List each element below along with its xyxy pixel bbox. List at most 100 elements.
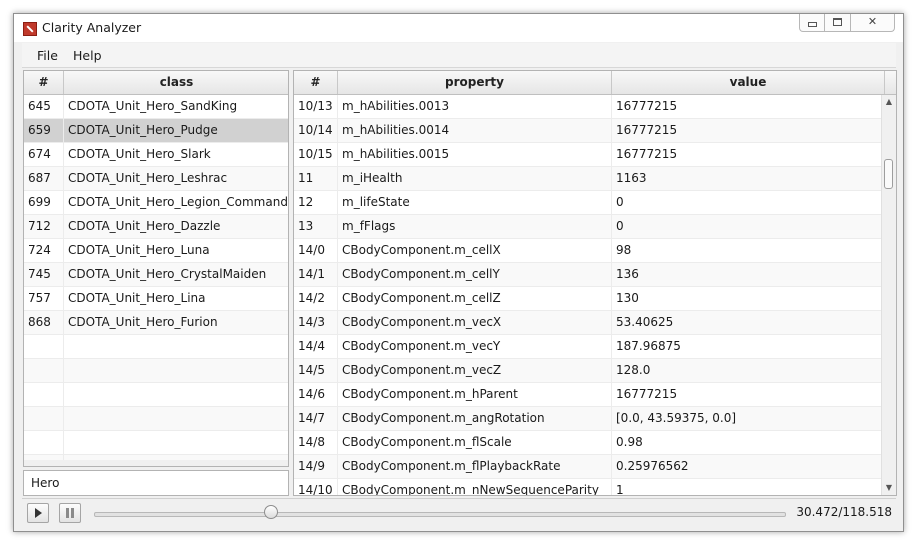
menu-file[interactable]: File bbox=[37, 48, 58, 63]
title-bar[interactable]: Clarity Analyzer ✕ bbox=[14, 14, 903, 42]
property-value-cell: 0 bbox=[612, 215, 885, 238]
property-id-cell: 12 bbox=[294, 191, 338, 214]
entity-id-cell: 745 bbox=[24, 263, 64, 286]
column-header-id[interactable]: # bbox=[24, 71, 64, 94]
entity-row[interactable]: 674 CDOTA_Unit_Hero_Slark bbox=[24, 143, 288, 167]
entity-class-cell bbox=[64, 359, 288, 382]
entity-id-cell bbox=[24, 431, 64, 454]
entity-id-cell: 868 bbox=[24, 311, 64, 334]
entity-row[interactable]: 757 CDOTA_Unit_Hero_Lina bbox=[24, 287, 288, 311]
window-controls: ✕ bbox=[799, 14, 895, 32]
property-id-cell: 14/9 bbox=[294, 455, 338, 478]
entity-class-cell: CDOTA_Unit_Hero_CrystalMaiden bbox=[68, 267, 267, 281]
property-value-cell: 0 bbox=[612, 191, 885, 214]
property-row[interactable]: 14/1 CBodyComponent.m_cellY 136 bbox=[294, 263, 885, 287]
property-id-cell: 14/1 bbox=[294, 263, 338, 286]
entity-class-cell: CDOTA_Unit_Hero_Luna bbox=[68, 243, 210, 257]
property-name-cell: CBodyComponent.m_nNewSequenceParity bbox=[338, 479, 612, 495]
property-row[interactable]: 10/14 m_hAbilities.0014 16777215 bbox=[294, 119, 885, 143]
property-id-cell: 10/15 bbox=[294, 143, 338, 166]
property-name-cell: CBodyComponent.m_cellZ bbox=[338, 287, 612, 310]
entity-row[interactable]: 687 CDOTA_Unit_Hero_Leshrac bbox=[24, 167, 288, 191]
horizontal-scrollbar[interactable] bbox=[24, 460, 288, 466]
property-table-body: 10/13 m_hAbilities.0013 16777215 10/14 m_hAb… bbox=[294, 95, 885, 495]
entity-row[interactable]: 745 CDOTA_Unit_Hero_CrystalMaiden bbox=[24, 263, 288, 287]
scroll-thumb[interactable] bbox=[884, 159, 893, 189]
property-value-cell: 1163 bbox=[612, 167, 885, 190]
maximize-button[interactable] bbox=[825, 14, 851, 32]
menu-bar: File Help bbox=[22, 43, 896, 68]
class-filter-input[interactable]: Hero bbox=[23, 470, 289, 496]
vertical-scrollbar[interactable]: ▲ ▼ bbox=[881, 95, 896, 495]
scroll-up-icon[interactable]: ▲ bbox=[882, 95, 896, 109]
property-value-cell: 128.0 bbox=[612, 359, 885, 382]
property-row[interactable]: 13 m_fFlags 0 bbox=[294, 215, 885, 239]
property-row[interactable]: 14/3 CBodyComponent.m_vecX 53.40625 bbox=[294, 311, 885, 335]
property-name-cell: m_lifeState bbox=[338, 191, 612, 214]
column-header-value[interactable]: value bbox=[612, 71, 885, 94]
entity-row[interactable] bbox=[24, 383, 288, 407]
property-row[interactable]: 14/8 CBodyComponent.m_flScale 0.98 bbox=[294, 431, 885, 455]
entity-row[interactable]: 699 CDOTA_Unit_Hero_Legion_Commander bbox=[24, 191, 288, 215]
property-value-cell: 53.40625 bbox=[612, 311, 885, 334]
entity-id-cell: 724 bbox=[24, 239, 64, 262]
column-header-id[interactable]: # bbox=[294, 71, 338, 94]
scroll-down-icon[interactable]: ▼ bbox=[882, 481, 896, 495]
property-row[interactable]: 12 m_lifeState 0 bbox=[294, 191, 885, 215]
close-button[interactable]: ✕ bbox=[851, 14, 895, 32]
close-icon: ✕ bbox=[867, 15, 878, 28]
entity-row[interactable]: 712 CDOTA_Unit_Hero_Dazzle bbox=[24, 215, 288, 239]
entity-table-header: # class bbox=[24, 71, 288, 95]
entity-id-cell: 757 bbox=[24, 287, 64, 310]
entity-row[interactable] bbox=[24, 335, 288, 359]
entity-row[interactable] bbox=[24, 431, 288, 455]
entity-id-cell: 659 bbox=[24, 119, 64, 142]
property-row[interactable]: 11 m_iHealth 1163 bbox=[294, 167, 885, 191]
play-button[interactable] bbox=[27, 503, 49, 523]
property-row[interactable]: 10/13 m_hAbilities.0013 16777215 bbox=[294, 95, 885, 119]
property-row[interactable]: 10/15 m_hAbilities.0015 16777215 bbox=[294, 143, 885, 167]
playback-slider-track[interactable] bbox=[94, 512, 786, 517]
property-value-cell: 187.96875 bbox=[612, 335, 885, 358]
app-window: Clarity Analyzer ✕ File Help # class 645… bbox=[13, 13, 904, 532]
window-title: Clarity Analyzer bbox=[42, 20, 142, 35]
entity-class-cell bbox=[64, 335, 288, 358]
property-value-cell: 16777215 bbox=[612, 119, 885, 142]
entity-row[interactable]: 724 CDOTA_Unit_Hero_Luna bbox=[24, 239, 288, 263]
property-id-cell: 14/3 bbox=[294, 311, 338, 334]
minimize-icon bbox=[808, 22, 817, 27]
entity-row[interactable]: 868 CDOTA_Unit_Hero_Furion bbox=[24, 311, 288, 335]
entity-row[interactable]: 659 CDOTA_Unit_Hero_Pudge bbox=[24, 119, 288, 143]
property-value-cell: 16777215 bbox=[612, 95, 885, 118]
property-row[interactable]: 14/4 CBodyComponent.m_vecY 187.96875 bbox=[294, 335, 885, 359]
property-row[interactable]: 14/0 CBodyComponent.m_cellX 98 bbox=[294, 239, 885, 263]
menu-help[interactable]: Help bbox=[73, 48, 102, 63]
entity-class-cell: CDOTA_Unit_Hero_SandKing bbox=[68, 99, 238, 113]
property-row[interactable]: 14/10 CBodyComponent.m_nNewSequenceParity… bbox=[294, 479, 885, 495]
property-table-header: # property value bbox=[294, 71, 896, 95]
column-header-class[interactable]: class bbox=[64, 71, 288, 94]
property-row[interactable]: 14/7 CBodyComponent.m_angRotation [0.0, 43… bbox=[294, 407, 885, 431]
maximize-icon bbox=[833, 18, 842, 26]
entity-class-cell: CDOTA_Unit_Hero_Legion_Commander bbox=[68, 195, 289, 209]
pause-button[interactable] bbox=[59, 503, 81, 523]
property-name-cell: CBodyComponent.m_hParent bbox=[338, 383, 612, 406]
property-row[interactable]: 14/2 CBodyComponent.m_cellZ 130 bbox=[294, 287, 885, 311]
property-row[interactable]: 14/6 CBodyComponent.m_hParent 16777215 bbox=[294, 383, 885, 407]
app-icon bbox=[23, 22, 37, 36]
column-header-property[interactable]: property bbox=[338, 71, 612, 94]
property-name-cell: m_iHealth bbox=[338, 167, 612, 190]
property-row[interactable]: 14/5 CBodyComponent.m_vecZ 128.0 bbox=[294, 359, 885, 383]
entity-row[interactable]: 645 CDOTA_Unit_Hero_SandKing bbox=[24, 95, 288, 119]
entity-row[interactable] bbox=[24, 359, 288, 383]
entity-id-cell bbox=[24, 335, 64, 358]
entity-class-cell: CDOTA_Unit_Hero_Furion bbox=[68, 315, 218, 329]
entity-row[interactable] bbox=[24, 407, 288, 431]
entity-class-cell: CDOTA_Unit_Hero_Pudge bbox=[68, 123, 218, 137]
property-row[interactable]: 14/9 CBodyComponent.m_flPlaybackRate 0.259… bbox=[294, 455, 885, 479]
property-value-cell: 16777215 bbox=[612, 143, 885, 166]
entity-id-cell bbox=[24, 359, 64, 382]
entity-id-cell bbox=[24, 407, 64, 430]
entity-table-body: 645 CDOTA_Unit_Hero_SandKing 659 CDOTA_Unit… bbox=[24, 95, 288, 466]
minimize-button[interactable] bbox=[799, 14, 825, 32]
